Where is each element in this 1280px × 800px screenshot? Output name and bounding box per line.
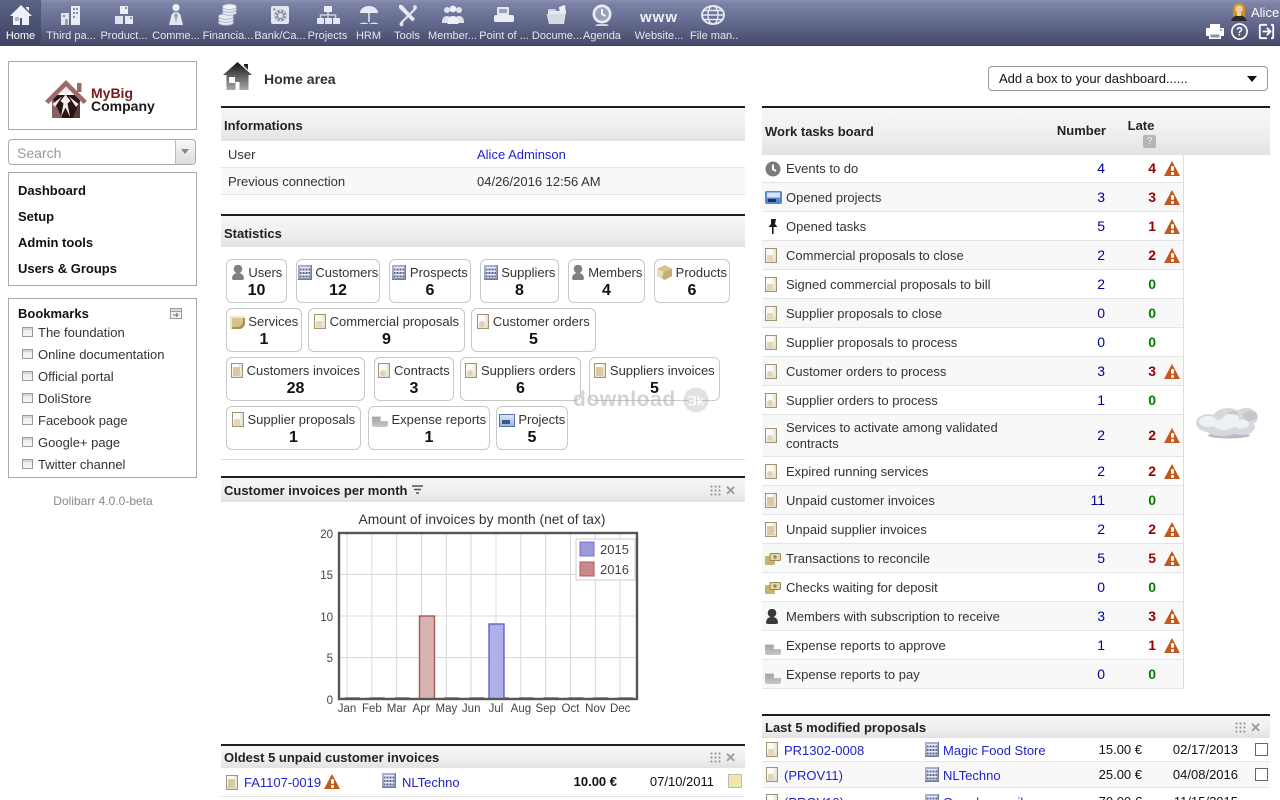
svg-text:20: 20 [320, 529, 333, 541]
svg-text:Dec: Dec [610, 703, 631, 715]
svg-text:May: May [436, 703, 458, 715]
svg-text:Jan: Jan [338, 703, 357, 715]
svg-text:10: 10 [320, 612, 333, 624]
svg-text:Jun: Jun [462, 703, 481, 715]
svg-text:Apr: Apr [413, 703, 431, 715]
svg-text:15: 15 [320, 570, 333, 582]
svg-text:Nov: Nov [585, 703, 606, 715]
svg-text:?: ? [1236, 27, 1243, 39]
svg-text:2015: 2015 [600, 542, 629, 557]
svg-text:Jul: Jul [489, 703, 504, 715]
svg-text:Amount of invoices by month (n: Amount of invoices by month (net of tax) [359, 512, 606, 527]
svg-text:Ǝk: Ǝk [688, 394, 705, 409]
svg-text:Aug: Aug [511, 703, 531, 715]
svg-text:2016: 2016 [600, 562, 629, 577]
svg-text:Mar: Mar [387, 703, 407, 715]
svg-text:0: 0 [327, 695, 333, 707]
svg-text:Oct: Oct [562, 703, 581, 715]
svg-text:www: www [639, 9, 678, 26]
svg-text:Sep: Sep [535, 703, 555, 715]
svg-text:Feb: Feb [362, 703, 382, 715]
svg-text:5: 5 [327, 653, 333, 665]
